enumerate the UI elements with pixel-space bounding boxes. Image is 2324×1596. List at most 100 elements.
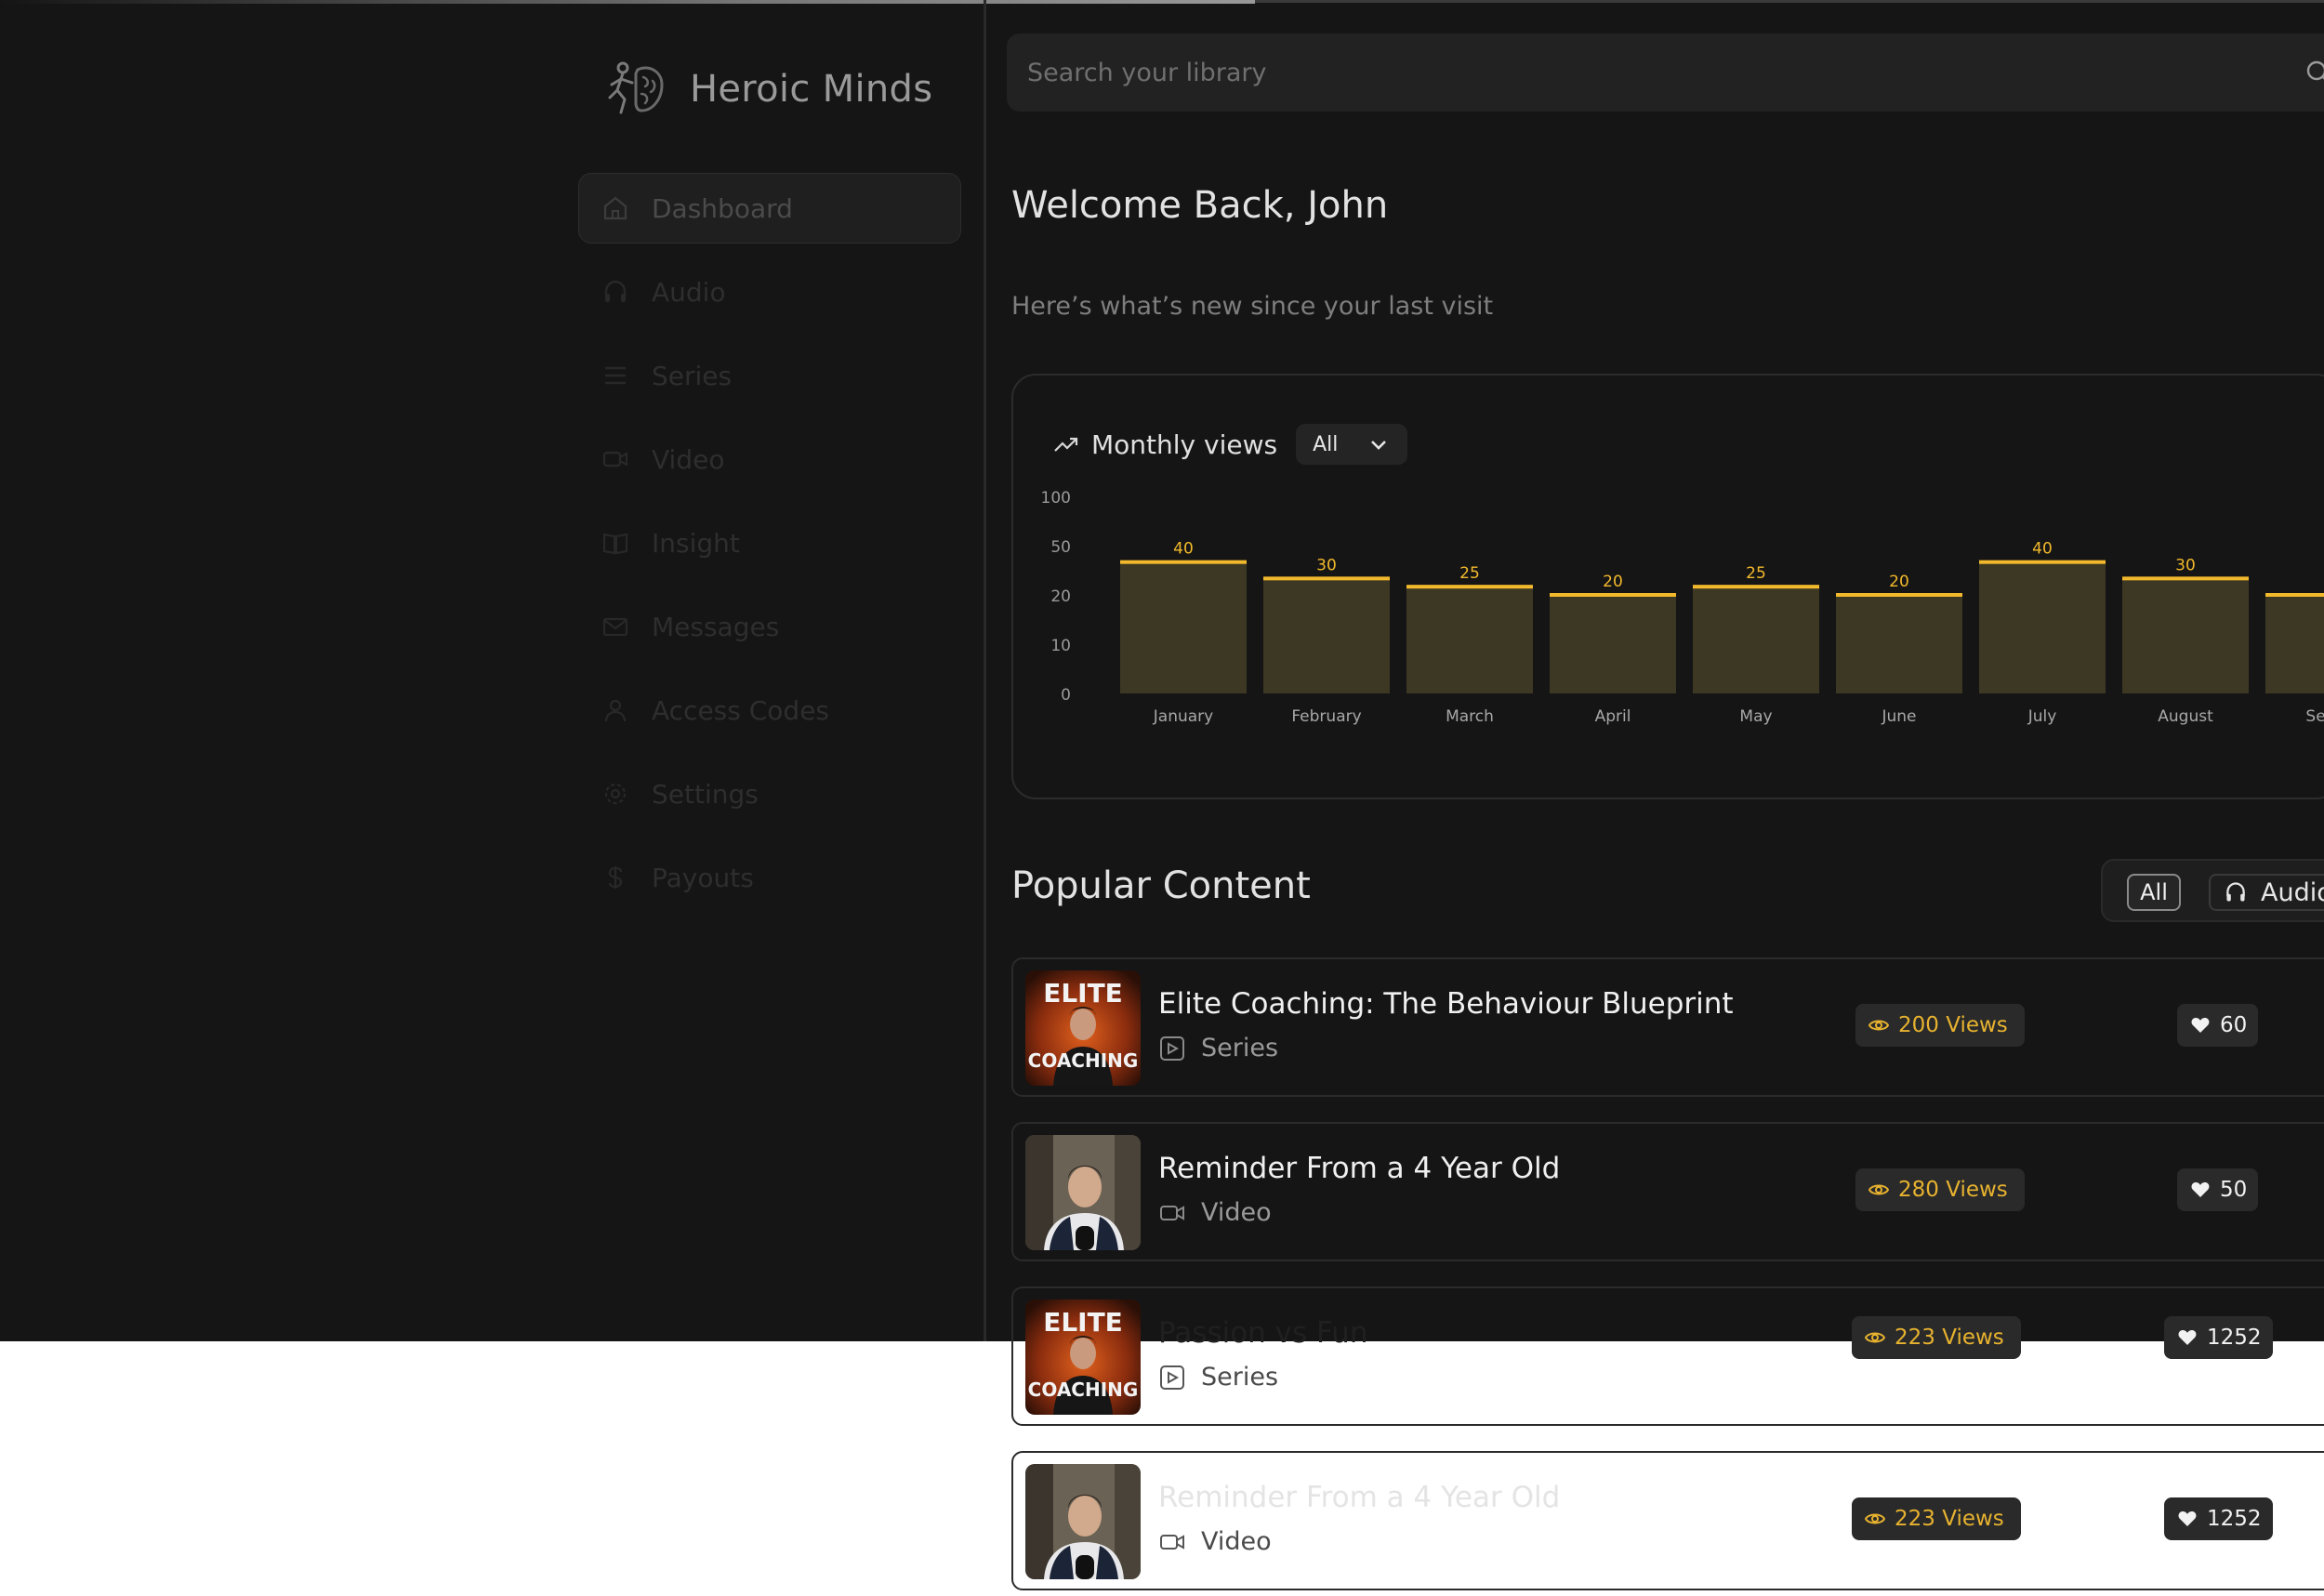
content-type-label: Video [1201,1527,1272,1556]
y-tick-label: 0 [1061,686,1071,705]
elite-coaching-thumbnail: ELITE COACHING [1025,970,1141,1086]
content-thumbnail: ELITE COACHING [1025,970,1141,1086]
likes-count: 60 [2220,1013,2248,1037]
sidebar-item-settings[interactable]: Settings [578,758,961,829]
x-tick-label: January [1153,707,1213,726]
likes-badge: 1252 [2164,1497,2273,1540]
trending-up-icon [1054,437,1078,452]
y-tick-label: 100 [1041,489,1071,508]
content-type: Series [1158,1034,1278,1062]
likes-badge: 60 [2177,1004,2259,1047]
portrait-thumbnail [1025,1464,1141,1579]
sidebar-item-payouts[interactable]: Payouts [578,842,961,913]
likes-badge: 50 [2177,1168,2259,1211]
bar-cap [1406,585,1533,589]
bar-cap [2265,593,2324,597]
sidebar-item-label: Dashboard [652,192,793,224]
portrait-thumbnail [1025,1135,1141,1250]
bar [1693,587,1819,693]
bar [1550,595,1676,693]
content-row[interactable]: ELITE COACHING Passion vs Fun Series 223… [1011,1286,2324,1426]
sidebar-item-label: Video [652,443,725,475]
data-label: 20 [1889,573,1909,591]
y-tick-label: 10 [1050,637,1071,655]
bar-cap [1550,593,1676,597]
sidebar-item-dashboard[interactable]: Dashboard [578,173,961,244]
content-type: Video [1158,1527,1272,1556]
chart-title: Monthly views [1091,429,1278,460]
page-subtitle: Here’s what’s new since your last visit [1011,292,1494,321]
data-label: 25 [1746,564,1766,583]
monthly-views-card: Monthly views All 0 10 20 50 100 40 January 30 F… [1011,374,2324,799]
top-highlight-line [0,0,1255,4]
headphones-icon [604,280,627,302]
data-label: 30 [2175,556,2196,574]
x-tick-label: May [1739,707,1772,726]
sidebar-item-series[interactable]: Series [578,340,961,411]
search-icon[interactable] [2304,58,2324,86]
content-thumbnail [1025,1464,1141,1579]
content-row[interactable]: Reminder From a 4 Year Old Video 223 Vie… [1011,1451,2324,1590]
bar [1406,587,1533,693]
bar [2122,578,2249,693]
views-count: 280 Views [1898,1178,2008,1202]
x-tick-label: February [1291,707,1361,726]
page-title: Welcome Back, John [1011,184,1389,227]
bar-cap [1263,576,1390,581]
sidebar-item-label: Payouts [652,862,754,893]
sidebar-item-label: Settings [652,778,759,810]
brand-logo[interactable]: Heroic Minds [604,54,932,125]
content-title: Reminder From a 4 Year Old [1158,1481,1561,1514]
content-thumbnail: ELITE COACHING [1025,1299,1141,1415]
search-input[interactable] [1027,58,2236,87]
bar-cap [1979,560,2106,564]
y-tick-label: 20 [1050,587,1071,606]
elite-coaching-thumbnail: ELITE COACHING [1025,1299,1141,1415]
bar [1979,561,2106,693]
sidebar-item-access-codes[interactable]: Access Codes [578,675,961,745]
content-title: Reminder From a 4 Year Old [1158,1152,1561,1185]
gear-icon [604,783,627,805]
eye-icon [1865,1332,1885,1343]
bar [1120,561,1247,693]
content-type-label: Video [1201,1198,1272,1227]
video-icon [602,451,628,468]
sidebar-item-messages[interactable]: Messages [578,591,961,662]
sidebar-item-label: Insight [652,527,740,559]
filter-audio-button[interactable]: Audio [2209,874,2324,911]
heart-icon [2191,1018,2210,1033]
content-row[interactable]: ELITE COACHING Elite Coaching: The Behav… [1011,957,2324,1097]
content-title: Passion vs Fun [1158,1316,1368,1350]
chart-header: Monthly views All [1052,424,1408,465]
views-count: 223 Views [1895,1507,2004,1531]
views-badge: 223 Views [1852,1316,2021,1359]
content-type: Video [1158,1198,1272,1227]
headphones-icon [2226,882,2245,902]
sidebar-item-video[interactable]: Video [578,424,961,495]
x-tick-label: Septe [2305,707,2324,726]
svg-text:ELITE: ELITE [1043,1307,1123,1338]
filter-all-button[interactable]: All [2127,874,2181,911]
top-border-line [1255,0,2324,3]
data-label: 25 [1459,564,1480,583]
search-bar [1007,33,2324,112]
sidebar-item-label: Messages [652,611,780,642]
content-filter-bar: All Audio [2101,859,2324,922]
sidebar-item-insight[interactable]: Insight [578,508,961,578]
views-count: 200 Views [1898,1013,2008,1037]
content-thumbnail [1025,1135,1141,1250]
content-row[interactable]: Reminder From a 4 Year Old Video 280 Vie… [1011,1122,2324,1261]
likes-count: 1252 [2207,1326,2262,1350]
chart-filter-dropdown[interactable]: All [1296,424,1408,465]
eye-icon [1868,1184,1889,1195]
data-label: 40 [1173,540,1194,559]
dropdown-value: All [1313,432,1339,456]
svg-text:ELITE: ELITE [1043,978,1123,1009]
popular-content-title: Popular Content [1011,864,1311,907]
user-icon [604,699,627,722]
filter-audio-label: Audio [2261,877,2324,907]
x-tick-label: August [2158,707,2213,726]
svg-text:COACHING: COACHING [1028,1049,1139,1072]
sidebar-item-audio[interactable]: Audio [578,257,961,327]
sidebar-item-label: Series [652,360,733,391]
